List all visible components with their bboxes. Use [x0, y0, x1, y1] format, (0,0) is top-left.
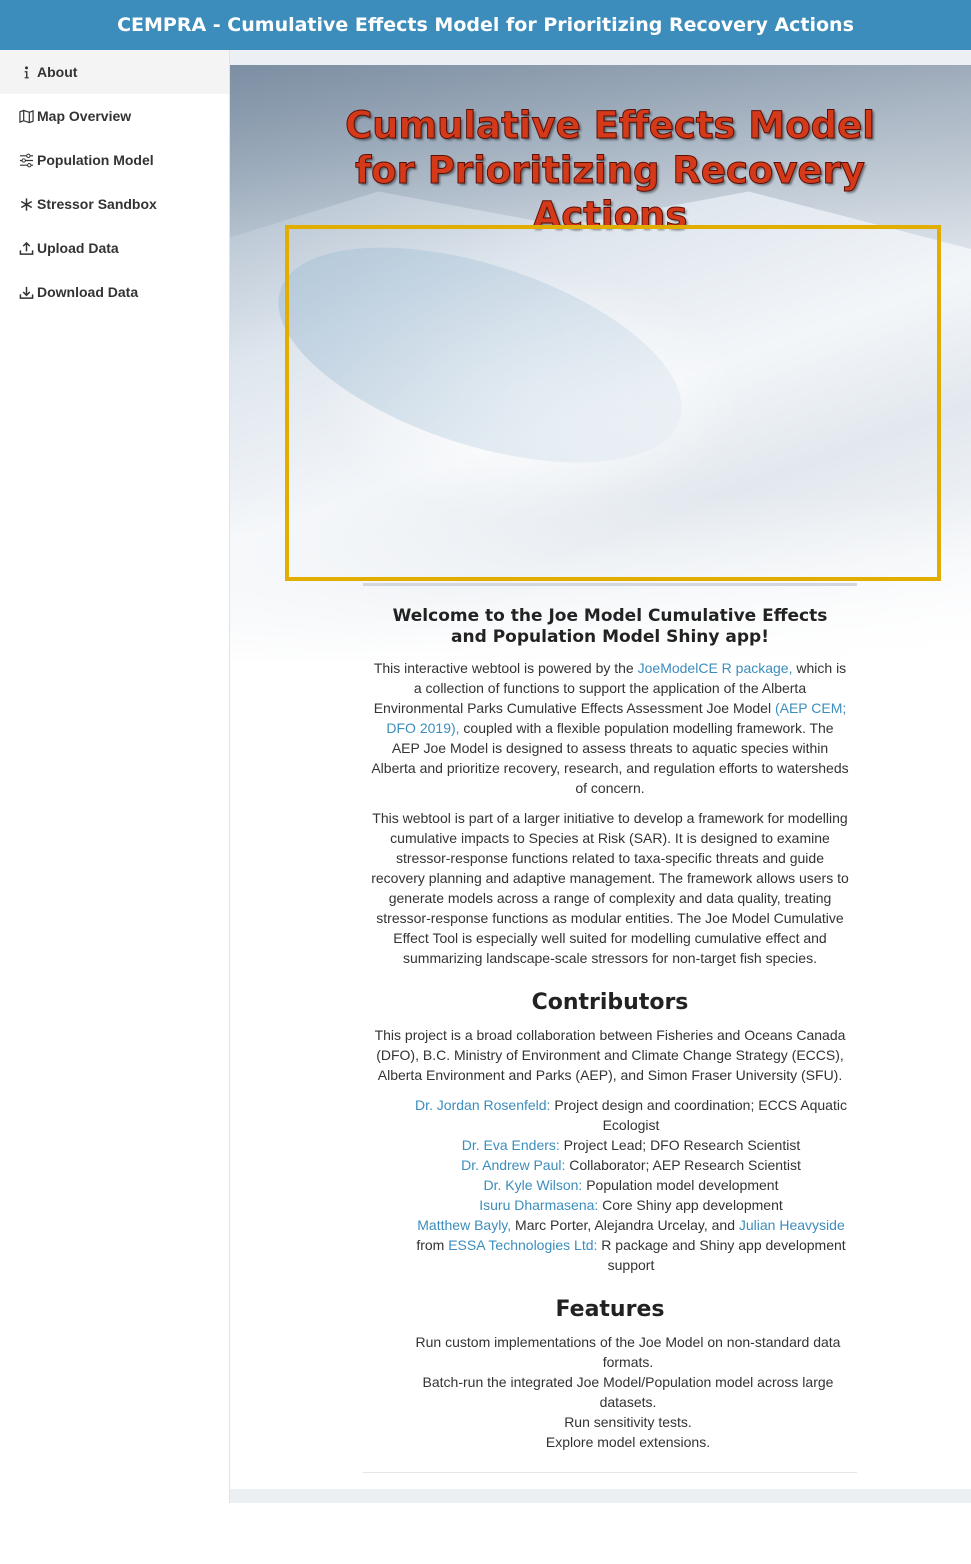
sidebar-item-stressor-sandbox[interactable]: Stressor Sandbox: [0, 182, 229, 226]
welcome-heading: Welcome to the Joe Model Cumulative Effe…: [392, 606, 828, 647]
intro-text-1: This interactive webtool is powered by t…: [373, 660, 638, 676]
sidebar-item-population-model[interactable]: Population Model: [0, 138, 229, 182]
list-item: Matthew Bayly, Marc Porter, Alejandra Ur…: [413, 1215, 849, 1275]
intro-paragraph: This interactive webtool is powered by t…: [371, 658, 849, 798]
features-heading: Features: [555, 1297, 665, 1322]
contributor-role: Project Lead; DFO Research Scientist: [559, 1137, 801, 1153]
sidebar-item-upload-data[interactable]: Upload Data: [0, 226, 229, 270]
sidebar-item-about[interactable]: About: [0, 50, 229, 94]
contributor-link[interactable]: Julian Heavyside: [739, 1217, 845, 1233]
map-icon: [17, 108, 35, 124]
contributor-link[interactable]: Dr. Jordan Rosenfeld:: [415, 1097, 550, 1113]
app-title: CEMPRA - Cumulative Effects Model for Pr…: [117, 14, 854, 36]
contributor-link[interactable]: Dr. Eva Enders:: [462, 1137, 560, 1153]
sidebar: About Map Overview Population Model Stre…: [0, 50, 230, 1503]
about-card: Welcome to the Joe Model Cumulative Effe…: [363, 583, 857, 1473]
info-icon: [17, 64, 35, 80]
contributor-link[interactable]: Dr. Andrew Paul:: [461, 1157, 565, 1173]
sidebar-item-label: Stressor Sandbox: [37, 196, 157, 212]
contributors-list: Dr. Jordan Rosenfeld: Project design and…: [413, 1095, 849, 1275]
sidebar-item-label: Download Data: [37, 284, 139, 300]
contributor-link[interactable]: Dr. Kyle Wilson:: [484, 1177, 583, 1193]
contributor-link[interactable]: Isuru Dharmasena:: [479, 1197, 598, 1213]
sidebar-item-download-data[interactable]: Download Data: [0, 270, 229, 314]
contributor-link[interactable]: Matthew Bayly,: [417, 1217, 511, 1233]
list-item: Dr. Jordan Rosenfeld: Project design and…: [413, 1095, 849, 1135]
list-item: Explore model extensions.: [545, 1434, 711, 1450]
app-header: CEMPRA - Cumulative Effects Model for Pr…: [0, 0, 971, 50]
list-item: Batch-run the integrated Joe Model/Popul…: [422, 1374, 834, 1410]
contributor-role: Project design and coordination; ECCS Aq…: [550, 1097, 847, 1133]
contributor-role: R package and Shiny app development supp…: [597, 1237, 846, 1273]
list-item: Run sensitivity tests.: [564, 1414, 692, 1430]
list-item: Dr. Kyle Wilson: Population model develo…: [413, 1175, 849, 1195]
features-list: Run custom implementations of the Joe Mo…: [413, 1332, 843, 1452]
contributors-heading: Contributors: [531, 990, 689, 1015]
hero-highlight-frame: [285, 225, 941, 581]
sliders-icon: [17, 152, 35, 168]
initiative-paragraph: This webtool is part of a larger initiat…: [371, 810, 849, 966]
main-content: Cumulative Effects Model for Prioritizin…: [230, 50, 971, 1503]
about-page: Cumulative Effects Model for Prioritizin…: [230, 65, 971, 1489]
sidebar-item-map-overview[interactable]: Map Overview: [0, 94, 229, 138]
list-item: Run custom implementations of the Joe Mo…: [415, 1334, 841, 1370]
contributor-text: Marc Porter, Alejandra Urcelay, and: [511, 1217, 739, 1233]
sidebar-item-label: Upload Data: [37, 240, 119, 256]
asterisk-icon: [17, 196, 35, 212]
sidebar-item-label: Population Model: [37, 152, 154, 168]
list-item: Dr. Eva Enders: Project Lead; DFO Resear…: [413, 1135, 849, 1155]
download-icon: [17, 284, 35, 300]
list-item: Dr. Andrew Paul: Collaborator; AEP Resea…: [413, 1155, 849, 1175]
contributor-role: Population model development: [582, 1177, 779, 1193]
list-item: Isuru Dharmasena: Core Shiny app develop…: [413, 1195, 849, 1215]
contributor-role: Collaborator; AEP Research Scientist: [565, 1157, 801, 1173]
hero-title: Cumulative Effects Model for Prioritizin…: [345, 104, 876, 238]
contributors-intro: This project is a broad collaboration be…: [374, 1027, 846, 1083]
upload-icon: [17, 240, 35, 256]
essa-link[interactable]: ESSA Technologies Ltd:: [448, 1237, 597, 1253]
sidebar-item-label: Map Overview: [37, 108, 132, 124]
contributor-role: Core Shiny app development: [598, 1197, 783, 1213]
sidebar-item-label: About: [37, 64, 78, 80]
contributor-text: from: [416, 1237, 449, 1253]
joemodelce-link[interactable]: JoeModelCE R package,: [638, 660, 793, 676]
